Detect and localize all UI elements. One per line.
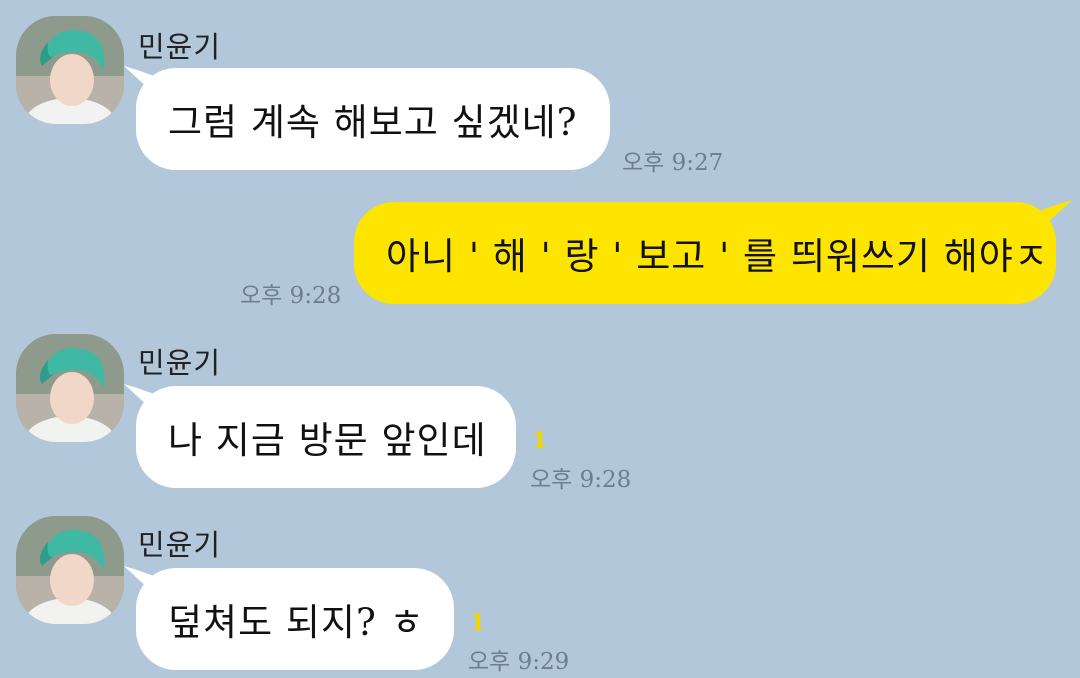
message-text: 아니 ' 해 ' 랑 ' 보고 ' 를 띄워쓰기 해야ㅈ (386, 235, 1049, 278)
message-bubble-incoming[interactable]: 그럼 계속 해보고 싶겠네? (136, 68, 610, 170)
bubble-tail (1042, 200, 1072, 224)
unread-count: 1 (470, 610, 486, 636)
message-bubble-outgoing[interactable]: 아니 ' 해 ' 랑 ' 보고 ' 를 띄워쓰기 해야ㅈ (354, 202, 1056, 304)
chat-room[interactable]: 민윤기 그럼 계속 해보고 싶겠네? 오후 9:27 오후 9:28 아니 ' … (0, 0, 1080, 678)
profile-avatar[interactable] (16, 334, 124, 442)
profile-avatar[interactable] (16, 16, 124, 124)
message-text: 그럼 계속 해보고 싶겠네? (168, 101, 578, 144)
message-time: 오후 9:27 (622, 150, 724, 176)
message-text: 나 지금 방문 앞인데 (168, 419, 487, 462)
message-bubble-incoming[interactable]: 덮쳐도 되지? ㅎ (136, 568, 454, 670)
message-time: 오후 9:29 (468, 649, 570, 675)
message-time: 오후 9:28 (240, 283, 342, 309)
sender-name: 민윤기 (138, 528, 222, 562)
profile-avatar[interactable] (16, 516, 124, 624)
sender-name: 민윤기 (138, 30, 222, 64)
message-bubble-incoming[interactable]: 나 지금 방문 앞인데 (136, 386, 516, 488)
message-time: 오후 9:28 (530, 467, 632, 493)
message-text: 덮쳐도 되지? ㅎ (168, 601, 425, 644)
sender-name: 민윤기 (138, 346, 222, 380)
unread-count: 1 (532, 428, 548, 454)
